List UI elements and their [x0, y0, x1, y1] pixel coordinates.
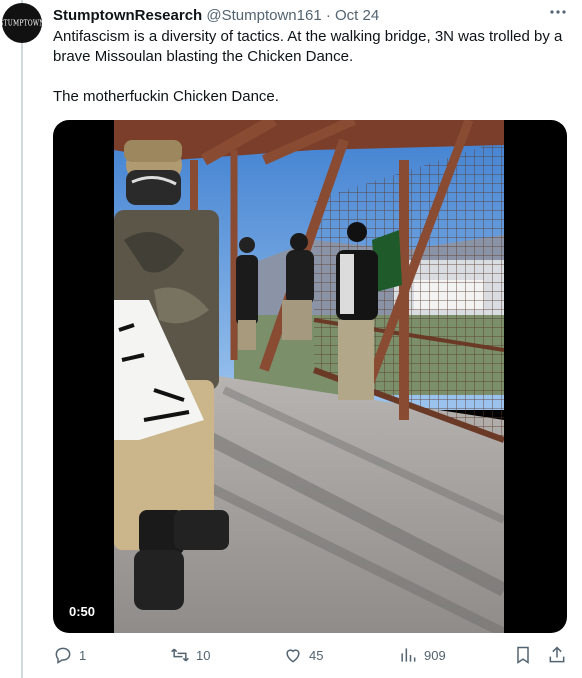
video-frame: [114, 120, 504, 633]
like-button[interactable]: 45: [283, 645, 323, 665]
repost-button[interactable]: 10: [170, 645, 210, 665]
reply-icon: [55, 647, 71, 664]
bookmark-button[interactable]: [513, 645, 539, 665]
tweet-text: Antifascism is a diversity of tactics. A…: [53, 27, 563, 107]
repost-icon: [171, 648, 189, 662]
author-name[interactable]: StumptownResearch: [53, 7, 202, 24]
share-button[interactable]: [547, 645, 573, 665]
share-icon: [549, 646, 565, 663]
tweet-paragraph-1: Antifascism is a diversity of tactics. A…: [53, 28, 563, 65]
author-handle[interactable]: @Stumptown161: [206, 7, 321, 24]
bookmark-icon: [517, 646, 529, 664]
heart-icon: [286, 649, 300, 663]
reply-button[interactable]: 1: [53, 645, 86, 665]
tweet-date[interactable]: Oct 24: [335, 7, 379, 24]
video-player[interactable]: 0:50: [53, 120, 567, 633]
tweet-header: StumptownResearch @Stumptown161 · Oct 24: [53, 6, 379, 26]
avatar[interactable]: STUMPTOWN: [2, 3, 42, 43]
video-still-image: [114, 120, 504, 633]
repost-count: 10: [196, 647, 211, 663]
more-icon[interactable]: [548, 2, 568, 27]
video-duration: 0:50: [63, 602, 102, 621]
like-count: 45: [309, 647, 324, 663]
tweet-paragraph-2: The motherfuckin Chicken Dance.: [53, 88, 279, 105]
views-chart-icon: [401, 648, 416, 662]
reply-count: 1: [79, 647, 87, 663]
avatar-logo-text: STUMPTOWN: [2, 18, 42, 28]
thread-line: [21, 0, 23, 678]
action-bar: 1 10 45 909: [53, 645, 567, 669]
header-separator: ·: [325, 7, 331, 24]
view-count: 909: [424, 647, 446, 663]
views-button[interactable]: 909: [398, 645, 446, 665]
